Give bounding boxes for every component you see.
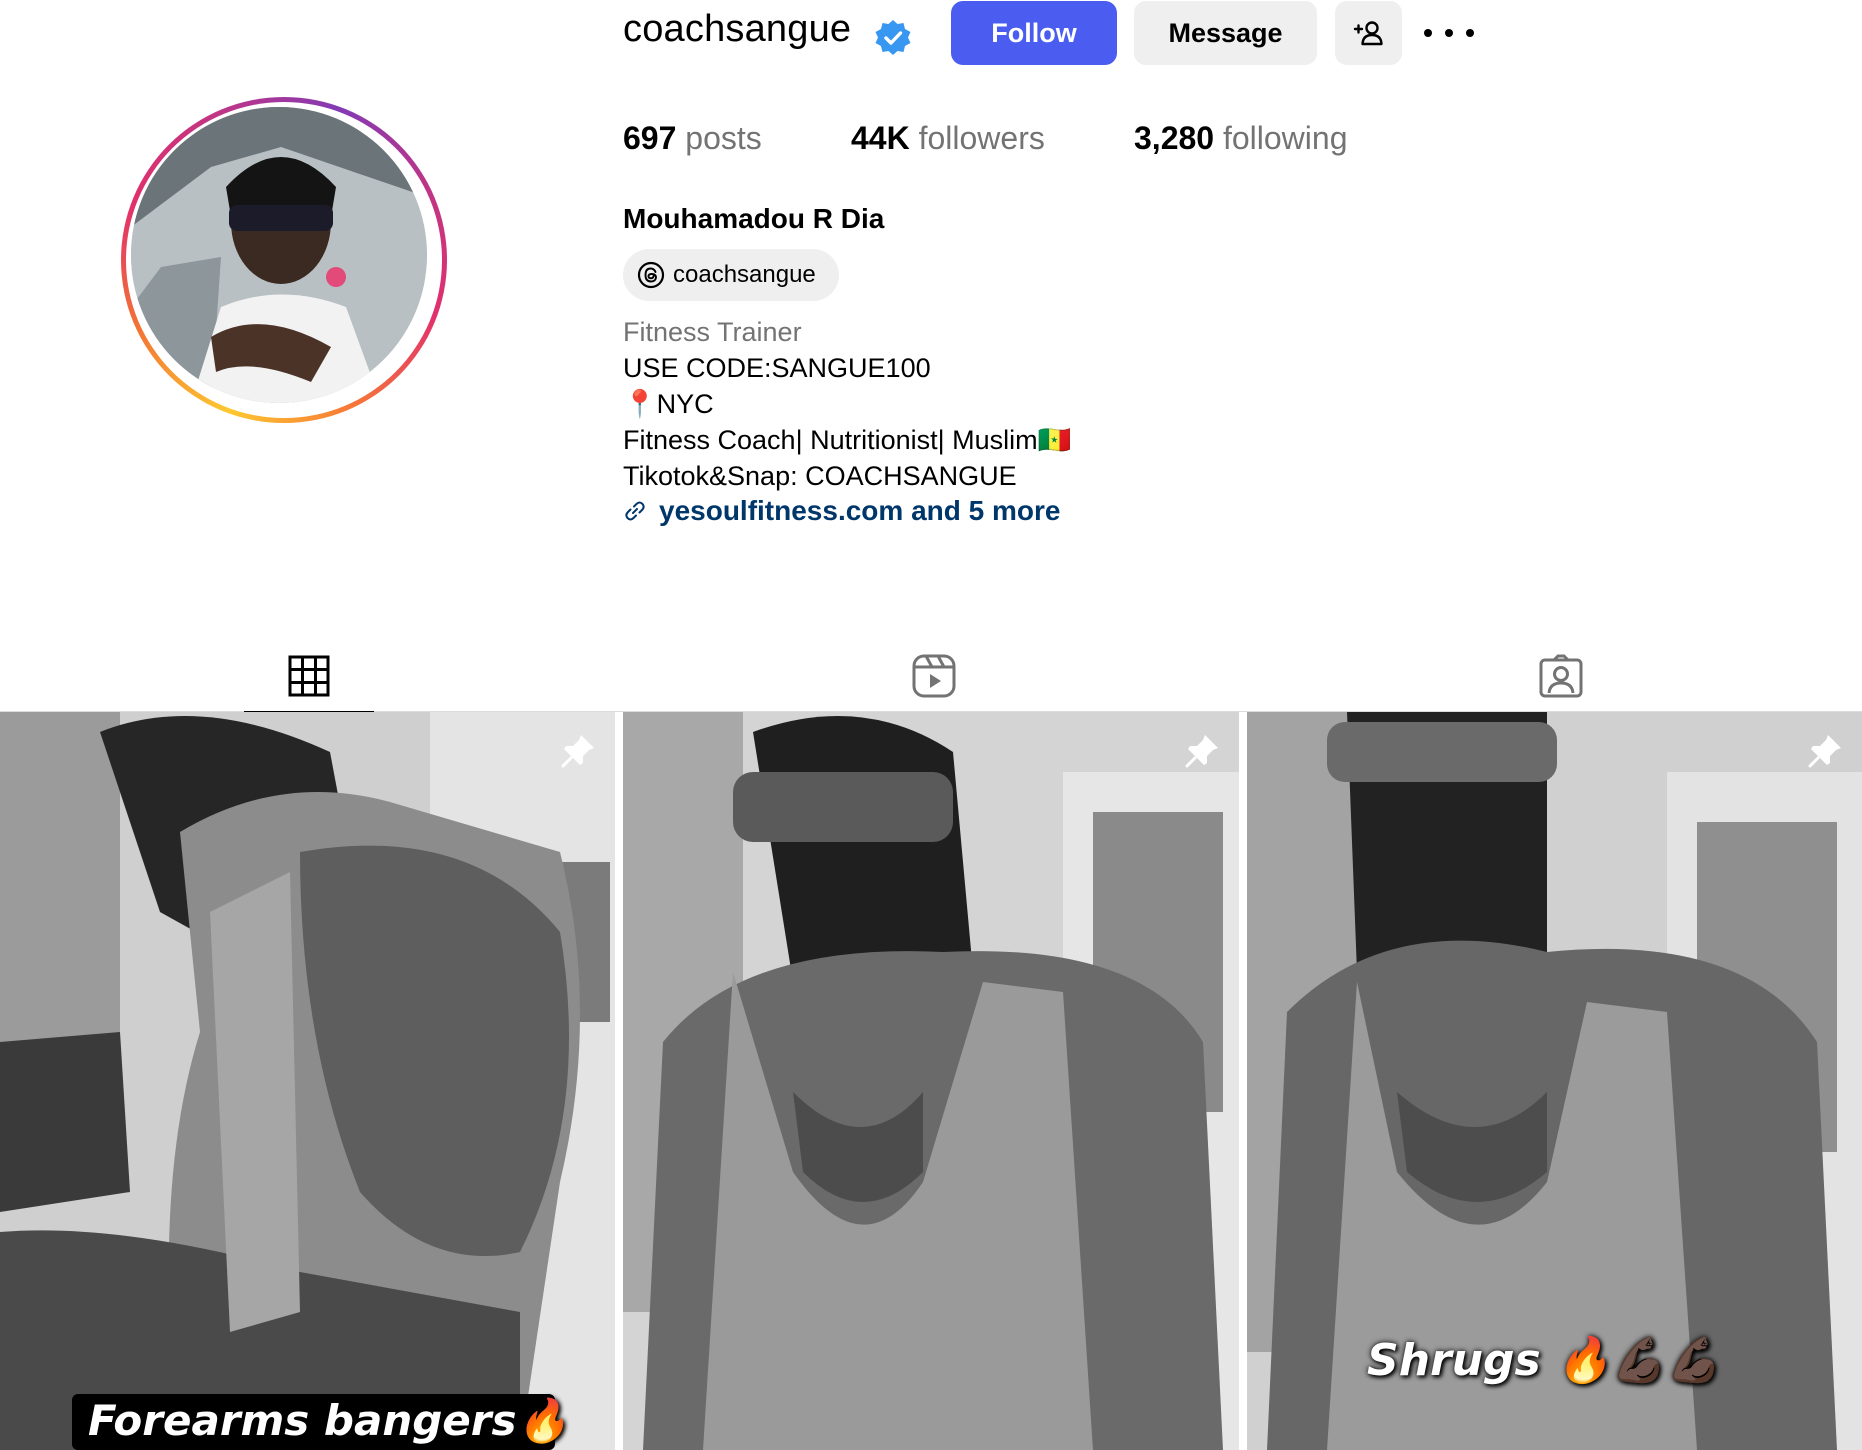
profile-full-name: Mouhamadou R Dia — [623, 203, 885, 234]
post-photo — [623, 712, 1239, 1450]
followers-label: followers — [918, 120, 1045, 156]
message-button[interactable]: Message — [1134, 1, 1317, 65]
verified-badge-icon — [875, 20, 911, 55]
bio-line: Tikotok&Snap: COACHSANGUE — [623, 461, 1017, 491]
post-tile[interactable] — [623, 712, 1239, 1450]
post-caption: Forearms bangers🔥 — [88, 1396, 569, 1445]
follow-button[interactable]: Follow — [951, 1, 1117, 65]
followers-count: 44K — [851, 120, 910, 156]
profile-username: coachsangue — [623, 8, 852, 50]
post-tile[interactable]: Forearms bangers🔥 — [0, 712, 615, 1450]
tab-posts[interactable] — [244, 640, 374, 714]
followers-stat[interactable]: 44K followers — [851, 120, 1045, 157]
pin-icon — [1808, 735, 1841, 768]
bio-link-text: yesoulfitness.com and 5 more — [659, 495, 1061, 526]
posts-label: posts — [685, 120, 762, 156]
following-count: 3,280 — [1134, 120, 1215, 156]
posts-count: 697 — [623, 120, 677, 156]
tagged-icon — [1539, 654, 1583, 698]
suggested-users-button[interactable] — [1335, 1, 1402, 65]
bio-link[interactable]: yesoulfitness.com and 5 more — [623, 495, 1060, 527]
reels-icon — [912, 654, 956, 698]
tab-tagged[interactable] — [1496, 640, 1626, 712]
add-user-icon — [1353, 21, 1383, 46]
profile-category: Fitness Trainer — [623, 317, 802, 347]
pin-icon — [1185, 735, 1218, 768]
threads-badge[interactable]: coachsangue — [623, 249, 839, 301]
post-caption: Shrugs 🔥💪🏿💪🏿 — [1367, 1335, 1721, 1386]
following-label: following — [1222, 120, 1348, 156]
grid-icon — [288, 655, 330, 697]
threads-handle: coachsangue — [673, 261, 816, 288]
profile-avatar[interactable] — [121, 97, 447, 423]
link-icon — [625, 501, 645, 521]
threads-icon — [637, 261, 665, 289]
bio-line: 📍NYC — [623, 389, 714, 419]
following-stat[interactable]: 3,280 following — [1134, 120, 1347, 157]
post-photo — [0, 712, 615, 1450]
pin-icon — [561, 735, 594, 768]
bio-line: USE CODE:SANGUE100 — [623, 353, 931, 383]
bio-line: Fitness Coach| Nutritionist| Muslim🇸🇳 — [623, 425, 1072, 455]
tab-reels[interactable] — [869, 640, 999, 712]
avatar-photo — [131, 107, 427, 403]
more-options-icon[interactable] — [1424, 13, 1474, 53]
posts-stat: 697 posts — [623, 120, 762, 157]
post-tile[interactable]: Shrugs 🔥💪🏿💪🏿 — [1247, 712, 1862, 1450]
